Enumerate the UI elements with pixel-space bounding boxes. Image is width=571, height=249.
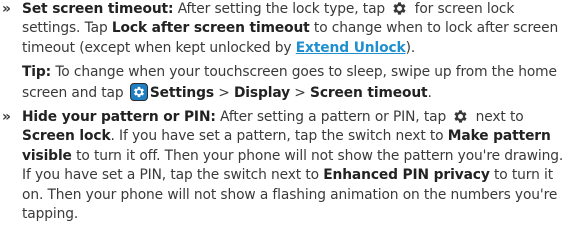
item-title: Hide your pattern or PIN: <box>22 109 216 126</box>
lock-after-timeout-label: Lock after screen timeout <box>111 20 310 37</box>
tip-text: . <box>427 84 432 101</box>
settings-app-icon <box>129 82 148 101</box>
extend-unlock-link[interactable]: Extend Unlock <box>296 40 406 56</box>
path-separator: > <box>213 84 234 101</box>
item-text: After setting a pattern or PIN, tap <box>215 109 451 126</box>
bullet-set-screen-timeout: » Set screen timeout: After setting the … <box>0 0 571 58</box>
path-separator: > <box>290 84 310 101</box>
screen-timeout-label: Screen timeout <box>310 84 428 101</box>
item-text: ). <box>405 39 416 56</box>
item-text: After setting the lock type, tap <box>173 1 390 17</box>
enhanced-pin-privacy-label: Enhanced PIN privacy <box>323 167 490 184</box>
bullet-hide-pattern-pin: » Hide your pattern or PIN: After settin… <box>0 108 571 224</box>
tip-label: Tip: <box>22 64 52 81</box>
item-text: next to <box>471 109 524 126</box>
display-label: Display <box>233 84 291 101</box>
settings-label: Settings <box>149 84 214 101</box>
bullet-chevron: » <box>2 109 11 126</box>
screen-lock-label: Screen lock <box>22 128 111 145</box>
gear-icon <box>452 108 469 125</box>
gear-icon <box>391 0 408 17</box>
tip-paragraph: Tip: To change when your touchscreen goe… <box>0 63 571 103</box>
bullet-chevron: » <box>2 1 11 17</box>
document-body: » Set screen timeout: After setting the … <box>0 0 571 224</box>
item-title: Set screen timeout: <box>22 1 174 17</box>
item-text: . If you have set a pattern, tap the swi… <box>110 128 448 145</box>
